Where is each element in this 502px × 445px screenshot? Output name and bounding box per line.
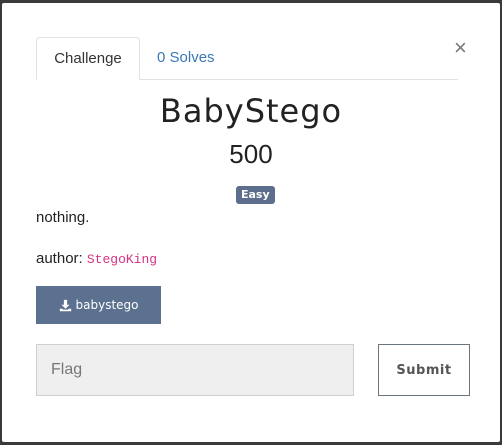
challenge-title: BabyStego [159, 92, 343, 130]
close-icon[interactable]: × [454, 37, 467, 59]
author-label: author: [36, 250, 83, 267]
submit-button[interactable]: Submit [378, 344, 470, 396]
flag-input[interactable] [36, 344, 354, 396]
download-label: babystego [75, 298, 139, 312]
download-button[interactable]: babystego [36, 286, 161, 324]
download-icon [59, 299, 72, 312]
tab-challenge[interactable]: Challenge [36, 37, 140, 80]
challenge-value: 500 [229, 139, 273, 169]
author-line: author: StegoKing [36, 250, 157, 267]
tab-bar: Challenge 0 Solves [36, 37, 458, 80]
challenge-description: nothing. [36, 209, 90, 226]
author-name: StegoKing [86, 252, 158, 267]
difficulty-badge: Easy [236, 186, 275, 204]
tab-solves[interactable]: 0 Solves [157, 37, 215, 79]
